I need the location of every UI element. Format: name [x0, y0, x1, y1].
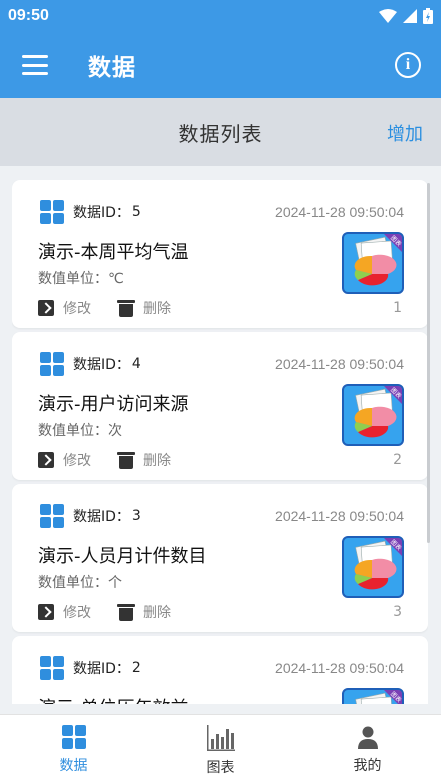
id-label: 数据ID：: [73, 509, 130, 525]
id-value: 4: [131, 356, 141, 372]
list-item[interactable]: 数据ID： 3 2024-11-28 09:50:04 演示-人员月计件数目 数…: [12, 484, 428, 632]
trash-icon: [117, 451, 135, 469]
nav-label: 数据: [59, 758, 88, 774]
data-list[interactable]: 数据ID： 5 2024-11-28 09:50:04 演示-本周平均气温 数值…: [12, 180, 428, 704]
edit-button[interactable]: 修改: [38, 602, 91, 622]
chart-thumbnail[interactable]: 图表: [342, 384, 404, 446]
chart-thumbnail[interactable]: 图表: [342, 232, 404, 294]
person-icon: [357, 726, 378, 749]
id-value: 2: [131, 660, 141, 676]
card-header: 数据ID： 4: [40, 352, 141, 376]
unit-label: 数值单位：: [38, 575, 108, 591]
chart-thumbnail[interactable]: 图表: [342, 688, 404, 704]
edit-icon: [38, 452, 54, 468]
chart-thumbnail[interactable]: 图表: [342, 536, 404, 598]
timestamp: 2024-11-28 09:50:04: [275, 660, 404, 676]
edit-label: 修改: [63, 605, 91, 621]
unit-value: 个: [108, 575, 122, 591]
item-title[interactable]: 演示-人员月计件数目: [38, 542, 207, 568]
add-button[interactable]: 增加: [387, 120, 423, 146]
grid-icon: [40, 504, 64, 528]
edit-label: 修改: [63, 453, 91, 469]
pie-chart-icon: 图表: [355, 690, 402, 704]
section-header: 数据列表 增加: [0, 98, 441, 166]
unit-label: 数值单位：: [38, 423, 108, 439]
id-label: 数据ID：: [73, 357, 130, 373]
delete-label: 删除: [143, 301, 171, 317]
id-value: 5: [131, 204, 141, 220]
card-actions: 修改 删除: [38, 450, 171, 470]
id-label: 数据ID：: [73, 661, 130, 677]
trash-icon: [117, 299, 135, 317]
list-item[interactable]: 数据ID： 2 2024-11-28 09:50:04 演示-单位历年效益 图表: [12, 636, 428, 704]
delete-button[interactable]: 删除: [117, 450, 171, 470]
grid-icon: [40, 352, 64, 376]
top-bar: 09:50 数据 i: [0, 0, 441, 98]
card-actions: 修改 删除: [38, 298, 171, 318]
unit-value: ℃: [108, 271, 124, 287]
section-title: 数据列表: [178, 121, 263, 146]
edit-label: 修改: [63, 301, 91, 317]
unit-row: 数值单位：次: [38, 420, 122, 440]
delete-label: 删除: [143, 605, 171, 621]
unit-row: 数值单位：℃: [38, 268, 124, 288]
unit-value: 次: [108, 423, 122, 439]
nav-data[interactable]: 数据: [0, 715, 147, 784]
trash-icon: [117, 603, 135, 621]
status-bar: 09:50: [0, 0, 441, 32]
card-actions: 修改 删除: [38, 602, 171, 622]
delete-button[interactable]: 删除: [117, 602, 171, 622]
signal-icon: [403, 9, 417, 23]
scrollbar[interactable]: [427, 183, 430, 543]
item-index: 3: [393, 604, 402, 620]
nav-label: 图表: [206, 760, 235, 776]
app-title: 数据: [88, 55, 136, 81]
nav-charts[interactable]: 图表: [147, 715, 294, 784]
pie-chart-icon: 图表: [354, 234, 402, 286]
bottom-nav: 数据 图表 我的: [0, 714, 441, 784]
bar-chart-icon: [206, 725, 235, 751]
edit-icon: [38, 300, 54, 316]
unit-label: 数值单位：: [38, 271, 108, 287]
grid-icon: [40, 200, 64, 224]
pie-chart-icon: 图表: [354, 538, 402, 590]
info-icon[interactable]: i: [395, 52, 421, 78]
delete-label: 删除: [143, 453, 171, 469]
edit-icon: [38, 604, 54, 620]
id-label: 数据ID：: [73, 205, 130, 221]
app-bar: 数据 i: [0, 32, 441, 98]
card-header: 数据ID： 2: [40, 656, 141, 680]
wifi-icon: [379, 9, 397, 23]
pie-chart-icon: 图表: [354, 386, 402, 438]
timestamp: 2024-11-28 09:50:04: [275, 356, 404, 372]
timestamp: 2024-11-28 09:50:04: [275, 204, 404, 220]
id-value: 3: [131, 508, 141, 524]
grid-icon: [61, 725, 86, 749]
unit-row: 数值单位：个: [38, 572, 122, 592]
status-time: 09:50: [8, 7, 49, 24]
battery-icon: [423, 8, 433, 24]
card-header: 数据ID： 3: [40, 504, 141, 528]
card-header: 数据ID： 5: [40, 200, 141, 224]
item-title[interactable]: 演示-本周平均气温: [38, 238, 189, 264]
nav-profile[interactable]: 我的: [294, 715, 441, 784]
system-icons: [379, 8, 433, 24]
delete-button[interactable]: 删除: [117, 298, 171, 318]
timestamp: 2024-11-28 09:50:04: [275, 508, 404, 524]
item-index: 2: [393, 452, 402, 468]
item-title[interactable]: 演示-用户访问来源: [38, 390, 189, 416]
edit-button[interactable]: 修改: [38, 450, 91, 470]
grid-icon: [40, 656, 64, 680]
item-title[interactable]: 演示-单位历年效益: [38, 694, 189, 704]
list-item[interactable]: 数据ID： 5 2024-11-28 09:50:04 演示-本周平均气温 数值…: [12, 180, 428, 328]
edit-button[interactable]: 修改: [38, 298, 91, 318]
list-item[interactable]: 数据ID： 4 2024-11-28 09:50:04 演示-用户访问来源 数值…: [12, 332, 428, 480]
nav-label: 我的: [353, 758, 382, 774]
menu-icon[interactable]: [22, 55, 48, 75]
item-index: 1: [393, 300, 402, 316]
